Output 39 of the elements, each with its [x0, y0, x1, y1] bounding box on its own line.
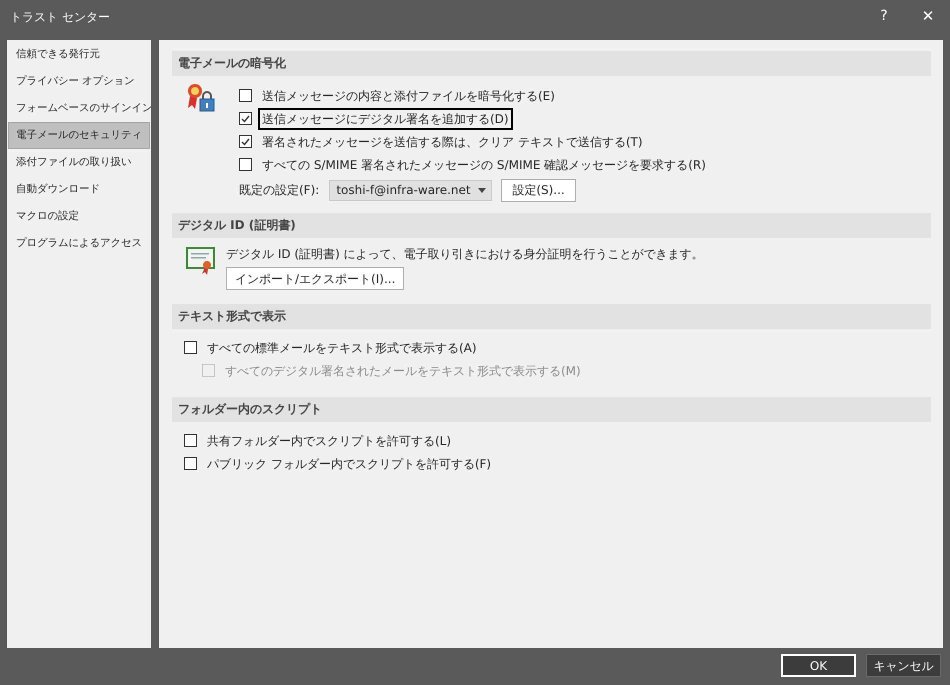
- sidebar-item[interactable]: プライバシー オプション: [7, 68, 151, 95]
- section-header: テキスト形式で表示: [172, 304, 931, 329]
- certificate-icon: [185, 245, 217, 275]
- dialog-button[interactable]: OK: [781, 654, 856, 677]
- option-label: すべてのデジタル署名されたメールをテキスト形式で表示する(M): [224, 362, 582, 380]
- option-label: すべての S/MIME 署名されたメッセージの S/MIME 確認メッセージを要求する(R): [261, 156, 707, 174]
- checkbox[interactable]: [239, 89, 252, 102]
- section-header: デジタル ID (証明書): [172, 213, 931, 238]
- option-label: 送信メッセージにデジタル署名を追加する(D): [258, 108, 513, 130]
- settings-button[interactable]: 設定(S)...: [501, 178, 576, 202]
- sidebar-item[interactable]: 添付ファイルの取り扱い: [7, 149, 151, 176]
- option-label: パブリック フォルダー内でスクリプトを許可する(F): [206, 456, 492, 472]
- section-header: 電子メールの暗号化: [172, 51, 931, 76]
- sidebar-item[interactable]: 信頼できる発行元: [7, 41, 151, 68]
- checkbox[interactable]: [239, 135, 252, 148]
- import-export-button[interactable]: インポート/エクスポート(I)...: [226, 267, 404, 290]
- dialog-button[interactable]: キャンセル: [866, 654, 941, 677]
- caret-icon: [478, 188, 486, 192]
- section-header: フォルダー内のスクリプト: [172, 397, 931, 422]
- help-button[interactable]: ?: [862, 2, 906, 32]
- window-title: トラスト センター: [10, 8, 111, 26]
- dropdown-value: toshi-f@infra-ware.net: [336, 182, 471, 199]
- checkbox[interactable]: [239, 112, 252, 125]
- account-dropdown[interactable]: toshi-f@infra-ware.net: [329, 180, 492, 200]
- option-label: 送信メッセージの内容と添付ファイルを暗号化する(E): [261, 88, 556, 104]
- description-text: デジタル ID (証明書) によって、電子取り引きにおける身分証明を行うことができます。: [226, 246, 704, 263]
- sidebar-item[interactable]: 電子メールのセキュリティ: [8, 122, 150, 149]
- checkbox[interactable]: [184, 457, 197, 470]
- option-label: 共有フォルダー内でスクリプトを許可する(L): [206, 432, 452, 450]
- checkbox[interactable]: [184, 341, 197, 354]
- sidebar-item[interactable]: 自動ダウンロード: [7, 176, 151, 203]
- sidebar-item[interactable]: プログラムによるアクセス: [7, 230, 151, 257]
- close-button[interactable]: ✕: [906, 2, 950, 32]
- option-label: 署名されたメッセージを送信する際は、クリア テキストで送信する(T): [261, 134, 644, 150]
- sidebar-item[interactable]: マクロの設定: [7, 203, 151, 230]
- setting-label: 既定の設定(F):: [239, 182, 320, 199]
- checkbox[interactable]: [239, 158, 252, 171]
- checkbox[interactable]: [184, 434, 197, 447]
- option-label: すべての標準メールをテキスト形式で表示する(A): [206, 340, 478, 356]
